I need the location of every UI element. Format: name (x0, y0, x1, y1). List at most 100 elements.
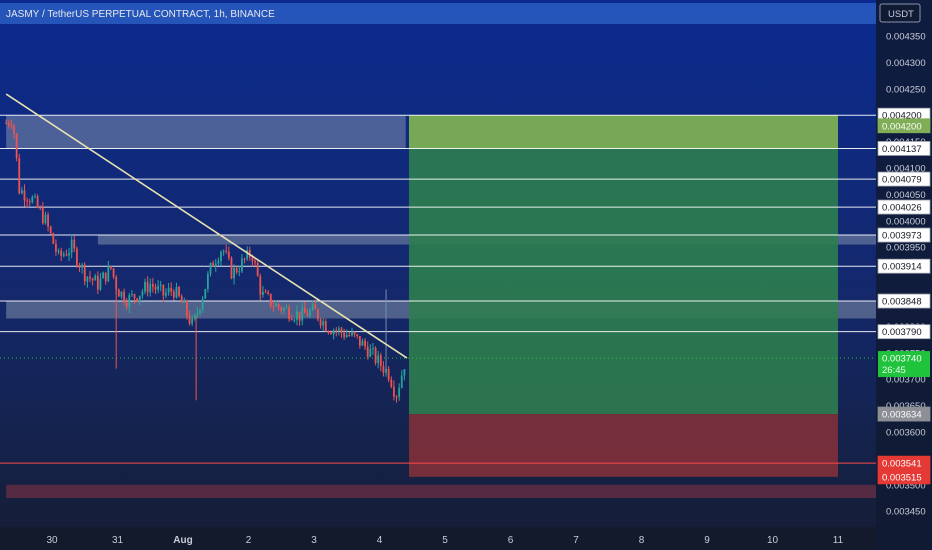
candle-body (306, 313, 309, 317)
candle-body (356, 334, 359, 337)
candle-body (256, 262, 259, 277)
candle-body (393, 386, 395, 397)
price-tick-5: 0.004050 (886, 190, 926, 201)
candle-body (309, 310, 311, 317)
candle-body (366, 346, 369, 357)
date-tick-10: 9 (704, 535, 710, 546)
candle-body (73, 239, 76, 249)
candle-body (18, 158, 21, 194)
loss-zone[interactable] (408, 414, 838, 477)
candle-body (81, 264, 84, 268)
candle-body (131, 294, 133, 296)
candle-body (55, 243, 57, 252)
candle-76 (204, 288, 207, 300)
candle-body (144, 281, 146, 292)
date-tick-1: 31 (112, 535, 124, 546)
candle-body (220, 251, 222, 261)
price-tag-label: 0.003790 (882, 327, 922, 338)
candle-body (157, 285, 160, 290)
price-tag-label: 0.004026 (882, 203, 922, 214)
currency-button-label: USDT (888, 9, 914, 20)
candle-body (128, 295, 131, 308)
candle-body (235, 267, 238, 273)
candle-body (398, 387, 401, 397)
candle-body (330, 332, 332, 335)
candle-body (146, 281, 149, 293)
candle-body (262, 291, 264, 295)
candle-body (89, 276, 91, 279)
price-tick-13: 0.003600 (886, 428, 926, 439)
candle-body (191, 318, 194, 324)
currency-button[interactable]: USDT (879, 3, 921, 23)
date-tick-5: 4 (377, 535, 383, 546)
candle-body (301, 307, 304, 321)
candle-body (403, 369, 406, 376)
candle-body (70, 239, 73, 253)
candle-body (136, 298, 139, 302)
candle-body (112, 268, 115, 277)
candle-body (20, 190, 23, 194)
candle-body (317, 309, 319, 320)
candle-body (165, 292, 167, 296)
candle-body (159, 284, 162, 286)
candle-body (217, 260, 220, 264)
candle-body (377, 355, 380, 363)
candle-body (107, 266, 110, 282)
candle-body (175, 286, 178, 298)
candle-body (75, 248, 78, 266)
candle-18 (52, 232, 55, 245)
candle-body (327, 331, 330, 333)
price-tag-2: 0.004137 (877, 141, 931, 156)
candle-body (246, 250, 249, 259)
candle-body (280, 307, 283, 311)
candle-body (41, 208, 44, 224)
candle-body (303, 307, 306, 314)
candle-body (322, 321, 325, 326)
date-tick-6: 5 (442, 535, 448, 546)
candle-body (285, 307, 288, 309)
candle-body (361, 340, 364, 346)
candle-body (10, 125, 13, 127)
time-axis-panel[interactable] (0, 527, 876, 550)
chart-title: JASMY / TetherUS PERPETUAL CONTRACT, 1h,… (6, 9, 275, 20)
candle-body (282, 307, 285, 311)
candle-body (36, 196, 39, 208)
profit-zone[interactable] (408, 115, 838, 415)
candle-86 (230, 256, 233, 280)
candle-12 (36, 194, 39, 209)
candle-body (91, 278, 94, 281)
price-tick-0: 0.004350 (886, 32, 926, 43)
candle-body (13, 125, 15, 134)
price-tick-6: 0.004000 (886, 216, 926, 227)
candle-body (68, 252, 70, 256)
price-tag-7: 0.003848 (877, 293, 931, 309)
candle-body (254, 261, 256, 263)
price-tick-2: 0.004250 (886, 84, 926, 95)
candle-body (178, 286, 180, 297)
current-price-label: 0.003740 (882, 354, 922, 365)
position-layer[interactable] (408, 115, 838, 477)
candle-body (62, 254, 65, 256)
candle-body (337, 328, 340, 331)
price-chart[interactable]: 0.0043500.0043000.0042500.0041500.004100… (0, 0, 932, 550)
candle-4 (15, 133, 18, 162)
candle-body (395, 396, 398, 398)
candle-body (83, 264, 86, 282)
candle-body (227, 251, 230, 258)
candle-43 (117, 288, 120, 297)
candle-body (382, 366, 385, 373)
candle-body (104, 272, 107, 282)
date-tick-8: 7 (573, 535, 579, 546)
candle-body (117, 289, 120, 297)
candle-body (275, 303, 277, 307)
candle-body (110, 266, 112, 269)
candle-body (86, 276, 89, 282)
zone-resistance-0 (6, 115, 406, 149)
candle-body (290, 319, 293, 321)
candle-body (193, 314, 196, 319)
candle-body (15, 133, 18, 159)
price-tick-15: 0.003450 (886, 507, 926, 518)
candle-body (243, 258, 246, 260)
candle-body (343, 332, 346, 338)
price-tick-1: 0.004300 (886, 58, 926, 69)
